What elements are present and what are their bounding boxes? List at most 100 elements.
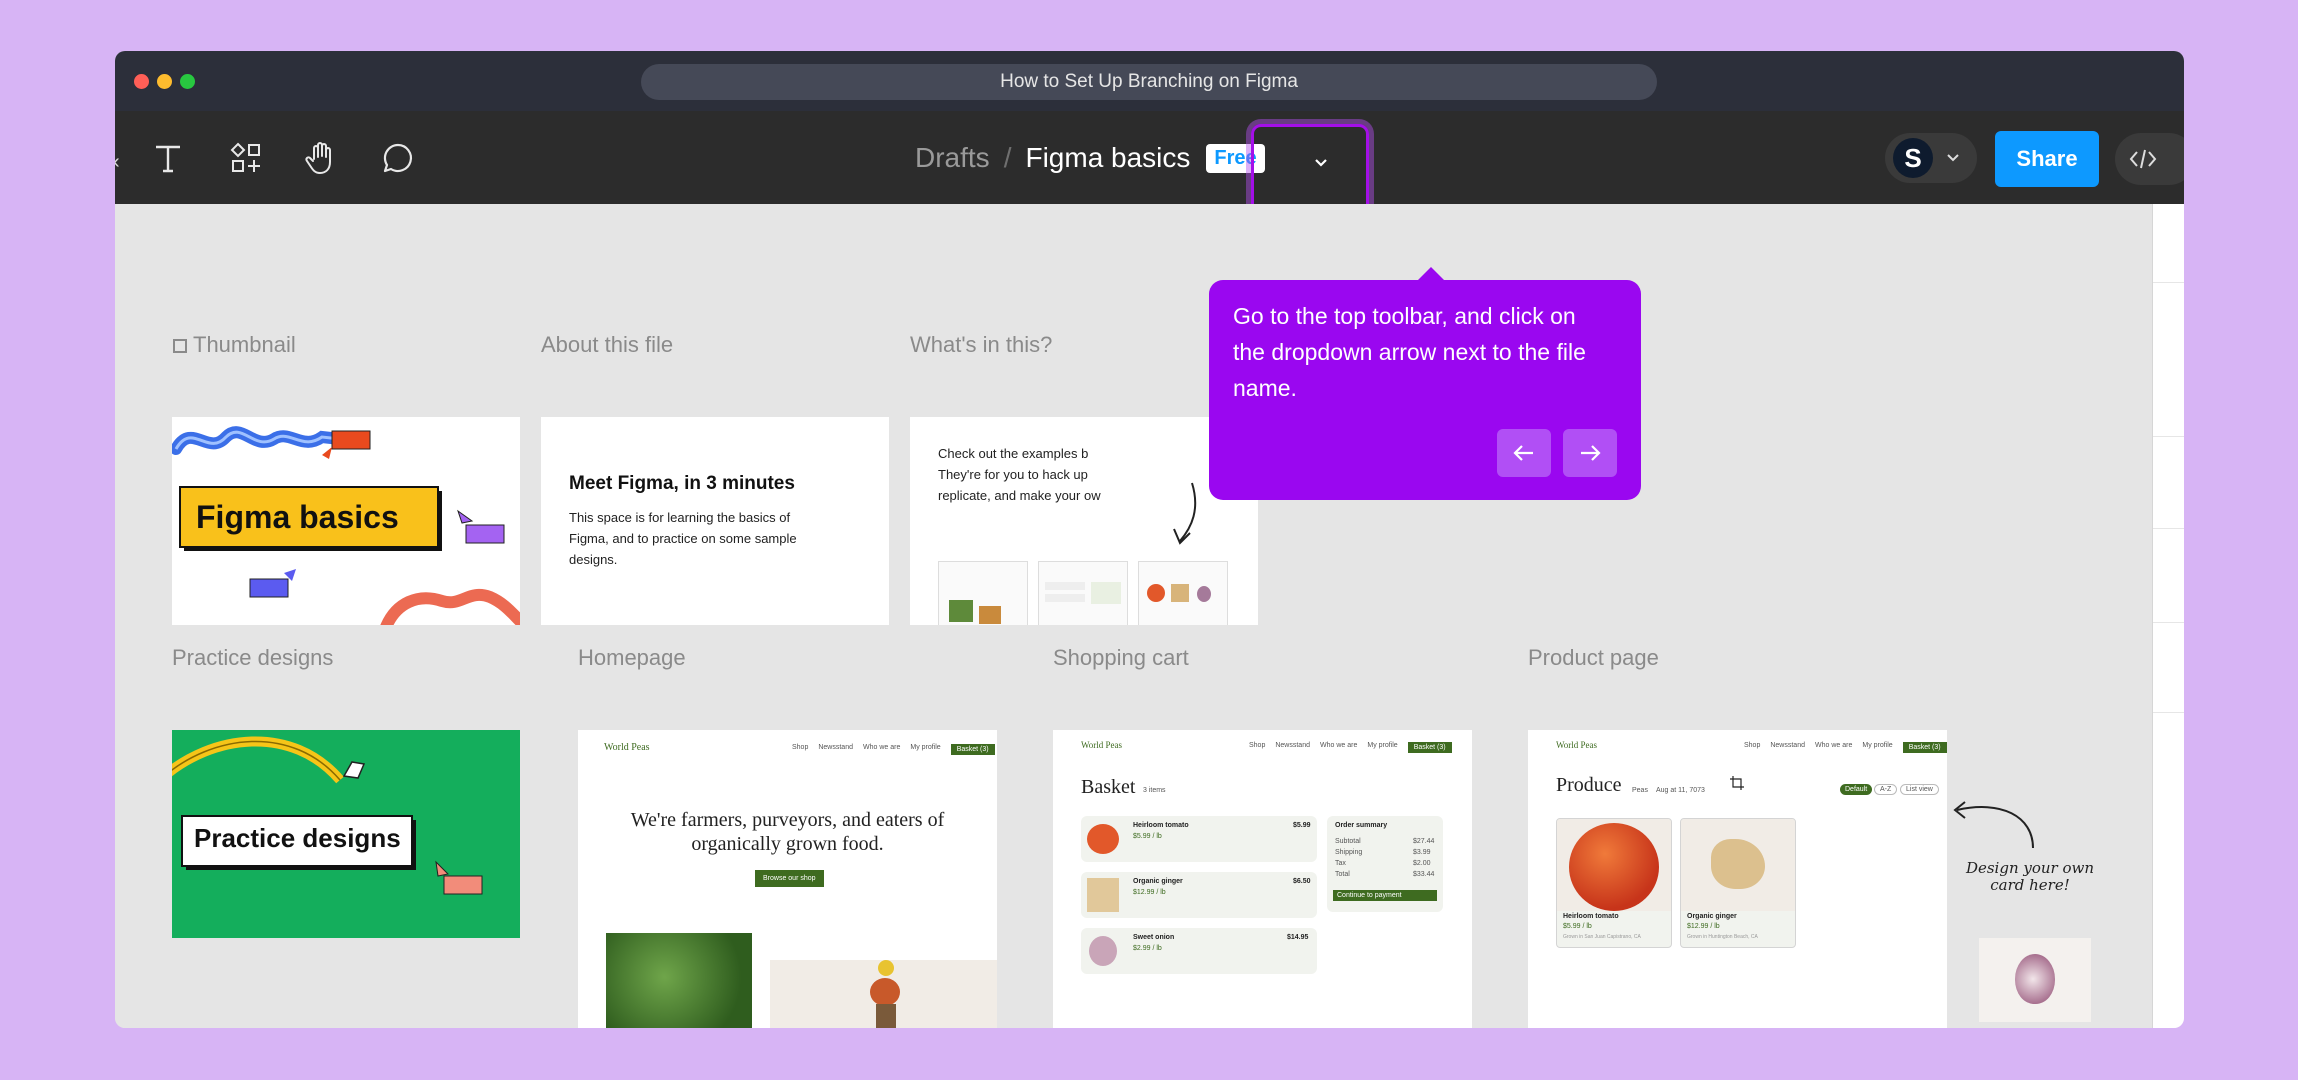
maximize-window-button[interactable] [180, 74, 195, 89]
frame-label-text: Thumbnail [193, 332, 296, 357]
design-canvas[interactable]: Thumbnail About this file What's in this… [115, 204, 2152, 1028]
shopping-cart-frame[interactable]: World Peas Shop Newsstand Who we are My … [1053, 730, 1472, 1028]
chevron-down-icon[interactable] [1306, 147, 1336, 177]
about-body: This space is for learning the basics of… [569, 510, 797, 567]
nav-item: Shop [1744, 742, 1761, 749]
nav-item: Who we are [1320, 742, 1358, 749]
browser-window: How to Set Up Branching on Figma ‹ Draft… [115, 51, 2184, 1028]
close-window-button[interactable] [134, 74, 149, 89]
frame-label-cart[interactable]: Shopping cart [1053, 645, 1189, 671]
product-card: Heirloom tomato $5.99 / lb Grown in San … [1556, 818, 1672, 948]
filter-chip: List view [1900, 784, 1939, 795]
cart-item-name: Organic ginger [1133, 878, 1183, 885]
tomato-thumb [1087, 824, 1119, 854]
product-card-origin: Grown in Huntington Beach, CA [1687, 934, 1758, 940]
frame-label-thumbnail[interactable]: Thumbnail [173, 332, 296, 358]
product-card: Organic ginger $12.99 / lb Grown in Hunt… [1680, 818, 1796, 948]
about-frame[interactable]: Meet Figma, in 3 minutes This space is f… [541, 417, 889, 625]
avatar[interactable]: S [1893, 138, 1933, 178]
right-panel [2152, 204, 2184, 1028]
product-page-frame[interactable]: World Peas Shop Newsstand Who we are My … [1528, 730, 1947, 1028]
tooltip-message: Go to the top toolbar, and click on the … [1233, 303, 1586, 401]
summary-label: Tax [1335, 860, 1346, 867]
breadcrumb-separator: / [1003, 142, 1012, 173]
nav-item: Shop [792, 744, 809, 751]
nav-item: Newsstand [818, 744, 853, 751]
mini-preview-3 [1138, 561, 1228, 625]
file-name[interactable]: Figma basics [1025, 142, 1190, 174]
tomato-image [1569, 823, 1659, 911]
user-menu[interactable]: S [1885, 133, 1977, 183]
cart-nav: Shop Newsstand Who we are My profile Bas… [1249, 742, 1452, 753]
cart-item-name: Heirloom tomato [1133, 822, 1189, 829]
headline-line-2: organically grown food. [691, 833, 884, 855]
summary-label: Subtotal [1335, 838, 1361, 845]
product-card-name: Organic ginger [1687, 913, 1737, 920]
ginger-image [1711, 839, 1765, 889]
onion-card [1979, 938, 2091, 1022]
minimize-window-button[interactable] [157, 74, 172, 89]
share-button[interactable]: Share [1995, 131, 2099, 187]
greens-photo [606, 933, 752, 1028]
cart-item-total: $5.99 [1293, 822, 1311, 829]
product-brand: World Peas [1556, 740, 1598, 750]
window-title[interactable]: How to Set Up Branching on Figma [641, 64, 1657, 100]
product-sub: Peas [1632, 787, 1648, 794]
onion-thumb [1089, 936, 1117, 966]
produce-photo [770, 960, 997, 1028]
cart-heading: Basket [1081, 776, 1136, 798]
thumbnail-frame[interactable]: Figma basics [172, 417, 520, 625]
dev-mode-toggle[interactable] [2115, 133, 2184, 185]
chevron-left-icon[interactable]: ‹ [115, 151, 120, 174]
frame-label-whats-in[interactable]: What's in this? [910, 332, 1052, 358]
cart-item: Heirloom tomato $5.99 / lb $5.99 [1081, 816, 1317, 862]
nav-item: Who we are [1815, 742, 1853, 749]
cart-item-price: $5.99 / lb [1133, 833, 1162, 840]
cart-brand: World Peas [1081, 740, 1123, 750]
whats-in-frame[interactable]: Check out the examples b They're for you… [910, 417, 1258, 625]
arrow-left-icon [1513, 445, 1533, 461]
nav-item: My profile [1367, 742, 1398, 749]
resources-tool-icon[interactable] [221, 133, 271, 183]
figma-toolbar: ‹ Drafts / Figma basics Free S [115, 111, 2184, 218]
annotation-text: Design your own card here! [1965, 859, 2095, 894]
hand-tool-icon[interactable] [297, 133, 347, 183]
product-nav: Shop Newsstand Who we are My profile Bas… [1744, 742, 1947, 753]
cart-item: Sweet onion $2.99 / lb $14.95 [1081, 928, 1317, 974]
nav-item: My profile [910, 744, 941, 751]
summary-value: $27.44 [1413, 838, 1435, 845]
summary-value: $33.44 [1413, 871, 1435, 878]
about-heading: Meet Figma, in 3 minutes [569, 473, 795, 494]
nav-basket: Basket (3) [950, 744, 995, 755]
window-titlebar: How to Set Up Branching on Figma [115, 51, 2184, 111]
filter-chip: Default [1840, 784, 1873, 795]
homepage-brand: World Peas [604, 742, 650, 753]
summary-label: Total [1335, 871, 1350, 878]
cart-count: 3 items [1143, 787, 1166, 794]
filter-chip: A-Z [1874, 784, 1898, 795]
tutorial-tooltip: Go to the top toolbar, and click on the … [1209, 267, 1641, 500]
nav-item: Newsstand [1770, 742, 1805, 749]
cart-item-total: $14.95 [1287, 934, 1309, 941]
homepage-headline: We're farmers, purveyors, and eaters of … [578, 808, 997, 856]
breadcrumb-drafts[interactable]: Drafts [915, 142, 990, 174]
frame-label-homepage[interactable]: Homepage [578, 645, 686, 671]
practice-title: Practice designs [194, 823, 401, 853]
comment-tool-icon[interactable] [373, 133, 423, 183]
user-chevron-down-icon[interactable] [1945, 149, 1961, 170]
tooltip-previous-button[interactable] [1497, 429, 1551, 477]
product-card-price: $12.99 / lb [1687, 923, 1720, 930]
practice-designs-frame[interactable]: Practice designs [172, 730, 520, 938]
product-card-origin: Grown in San Juan Capistrano, CA [1563, 934, 1641, 940]
frame-label-about[interactable]: About this file [541, 332, 673, 358]
tooltip-next-button[interactable] [1563, 429, 1617, 477]
nav-item: Shop [1249, 742, 1266, 749]
frame-label-practice[interactable]: Practice designs [172, 645, 333, 671]
frame-label-product[interactable]: Product page [1528, 645, 1659, 671]
summary-value: $2.00 [1413, 860, 1431, 867]
summary-value: $3.99 [1413, 849, 1431, 856]
text-tool-icon[interactable] [143, 133, 193, 183]
nav-item: Newsstand [1275, 742, 1310, 749]
annotation-arrow [1953, 801, 2034, 849]
homepage-frame[interactable]: World Peas Shop Newsstand Who we are My … [578, 730, 997, 1028]
